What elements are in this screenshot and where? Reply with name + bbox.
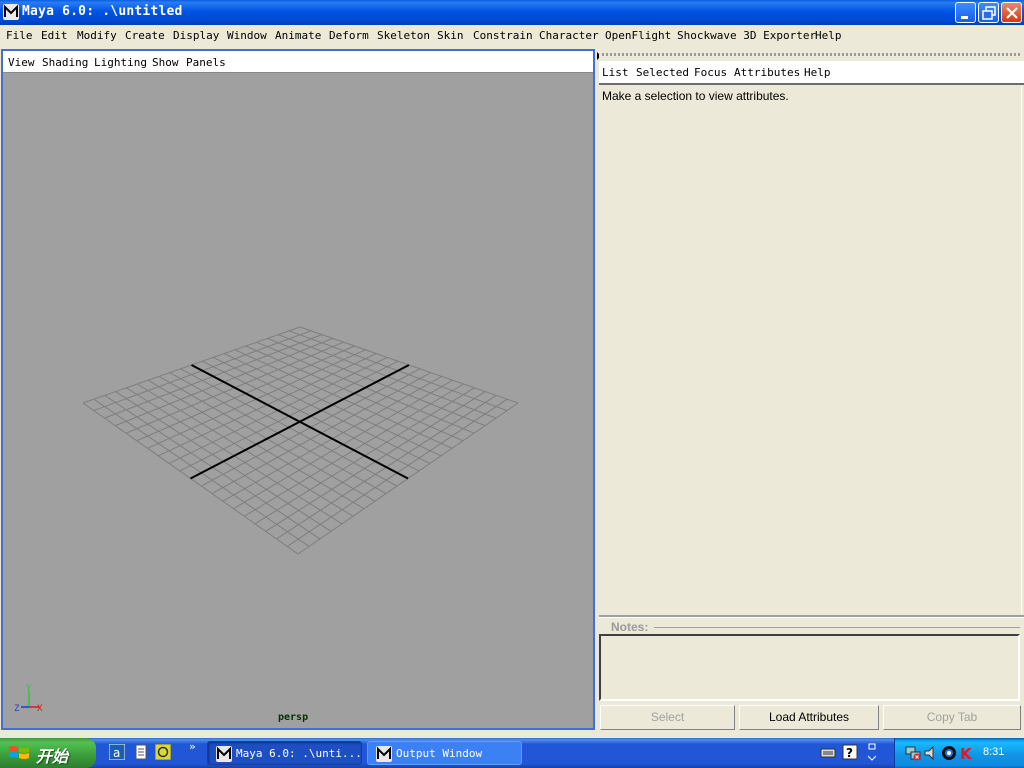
menu-skeleton[interactable]: Skeleton	[377, 29, 430, 42]
load-attributes-button[interactable]: Load Attributes	[739, 705, 879, 730]
menu-file[interactable]: File	[6, 29, 33, 42]
network-error-icon[interactable]	[905, 745, 921, 761]
camera-name-label: persp	[278, 712, 309, 723]
vp-menu-shading[interactable]: Shading	[42, 56, 88, 69]
svg-text:K: K	[960, 745, 973, 761]
language-bar-restore-icon[interactable]	[866, 742, 878, 762]
close-icon	[1006, 7, 1018, 19]
window-title: Maya 6.0: .\untitled	[22, 4, 183, 19]
restore-icon	[982, 6, 996, 20]
ground-grid	[82, 326, 519, 555]
axis-x-label: X	[37, 704, 43, 714]
menu-display[interactable]: Display	[173, 29, 219, 42]
svg-text:?: ?	[846, 746, 853, 760]
main-menu-bar: File Edit Modify Create Display Window A…	[0, 26, 1024, 46]
ae-menu-attributes[interactable]: Attributes	[734, 66, 800, 79]
task-label: Maya 6.0: .\unti...	[236, 747, 362, 760]
perspective-viewport[interactable]: Y X Z View Shading Lighting Show Panels …	[1, 49, 595, 730]
menu-create[interactable]: Create	[125, 29, 165, 42]
start-button[interactable]: 开始	[0, 738, 96, 768]
panel-tear-off-handle[interactable]	[602, 53, 1020, 56]
notes-textarea[interactable]	[599, 634, 1020, 701]
notes-divider	[599, 615, 1024, 618]
ae-menu-help[interactable]: Help	[804, 66, 831, 79]
notes-label-rule	[654, 627, 1020, 628]
attribute-editor-menu-bar: List Selected Focus Attributes Help	[599, 61, 1024, 83]
ae-menu-list[interactable]: List	[602, 66, 629, 79]
menu-character[interactable]: Character	[539, 29, 599, 42]
axis-z-label: Z	[14, 704, 20, 714]
menu-animate[interactable]: Animate	[275, 29, 321, 42]
menu-modify[interactable]: Modify	[77, 29, 117, 42]
select-button[interactable]: Select	[600, 705, 735, 730]
kaspersky-k-icon[interactable]: K	[959, 745, 975, 761]
speaker-icon[interactable]	[923, 745, 939, 761]
axis-y-label: Y	[26, 684, 32, 694]
maya-task-icon	[216, 746, 232, 762]
quicklaunch-overflow-icon[interactable]: »	[189, 740, 196, 753]
menu-constrain[interactable]: Constrain	[473, 29, 533, 42]
copy-tab-button[interactable]: Copy Tab	[883, 705, 1021, 730]
clock[interactable]: 8:31	[983, 746, 1004, 758]
minimize-button[interactable]	[955, 2, 976, 23]
view-axis-indicator: Y X Z	[14, 684, 43, 714]
ae-menu-selected[interactable]: Selected	[636, 66, 689, 79]
notes-label: Notes:	[611, 620, 649, 634]
menu-divider	[599, 83, 1024, 85]
menu-skin[interactable]: Skin	[437, 29, 464, 42]
viewport-canvas[interactable]: Y X Z	[3, 51, 593, 728]
vp-menu-view[interactable]: View	[8, 56, 35, 69]
minimize-icon	[961, 16, 968, 19]
maya-task-icon	[376, 746, 392, 762]
windows-taskbar: 开始 a » Maya 6.0: .\unti... Output Window…	[0, 738, 1024, 768]
close-button[interactable]	[1001, 2, 1022, 23]
quicklaunch-document-icon[interactable]	[133, 744, 149, 760]
vp-menu-panels[interactable]: Panels	[186, 56, 226, 69]
help-icon[interactable]: ?	[842, 744, 858, 760]
attribute-editor-body: Make a selection to view attributes.	[599, 86, 1022, 614]
menu-edit[interactable]: Edit	[41, 29, 68, 42]
quicklaunch-media-icon[interactable]	[155, 744, 171, 760]
attribute-editor-panel: List Selected Focus Attributes Help Make…	[599, 49, 1024, 730]
restore-button[interactable]	[978, 2, 999, 23]
quicklaunch-a-icon[interactable]: a	[109, 744, 125, 760]
task-maya-window[interactable]: Maya 6.0: .\unti...	[207, 741, 362, 765]
task-label: Output Window	[396, 747, 483, 760]
no-selection-message: Make a selection to view attributes.	[602, 89, 789, 103]
viewport-menu-bar: View Shading Lighting Show Panels	[3, 51, 593, 73]
menu-openflight[interactable]: OpenFlight	[605, 29, 671, 42]
menu-window[interactable]: Window	[227, 29, 267, 42]
svg-text:a: a	[113, 746, 120, 760]
windows-logo-icon	[9, 746, 29, 759]
system-tray: K 8:31	[894, 738, 1024, 768]
task-output-window[interactable]: Output Window	[367, 741, 522, 765]
title-bar[interactable]: Maya 6.0: .\untitled	[0, 0, 1024, 25]
menu-deform[interactable]: Deform	[329, 29, 369, 42]
vp-menu-lighting[interactable]: Lighting	[94, 56, 147, 69]
maya-app-icon[interactable]	[3, 4, 19, 20]
antivirus-shield-icon[interactable]	[941, 745, 957, 761]
menu-help[interactable]: Help	[815, 29, 842, 42]
ae-menu-focus[interactable]: Focus	[694, 66, 727, 79]
start-label: 开始	[36, 747, 69, 766]
menu-shockwave-3d-exporter[interactable]: Shockwave 3D Exporter	[677, 29, 816, 42]
vp-menu-show[interactable]: Show	[152, 56, 179, 69]
keyboard-icon[interactable]	[820, 744, 836, 760]
